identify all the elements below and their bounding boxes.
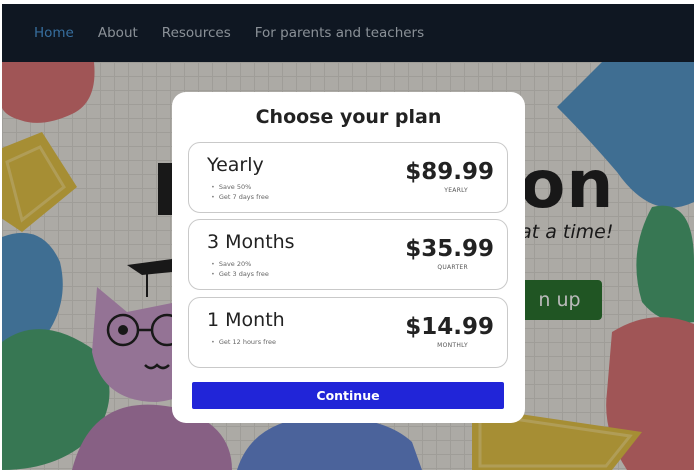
plan-name: 1 Month	[207, 309, 285, 331]
plan-perks-list: Get 12 hours free	[211, 337, 276, 347]
plan-period: YEARLY	[444, 187, 468, 194]
plan-perk: Get 12 hours free	[211, 337, 276, 347]
plan-perks-list: Save 20% Get 3 days free	[211, 259, 269, 279]
continue-button[interactable]: Continue	[192, 382, 504, 409]
modal-title: Choose your plan	[255, 106, 442, 128]
plan-card-yearly[interactable]: Yearly Save 50% Get 7 days free $89.99 Y…	[188, 142, 508, 213]
app-frame: Home About Resources For parents and tea…	[2, 4, 694, 470]
plan-price: $89.99	[405, 159, 494, 185]
plan-period: QUARTER	[437, 264, 468, 271]
plan-card-3-months[interactable]: 3 Months Save 20% Get 3 days free $35.99…	[188, 219, 508, 290]
plan-perk: Save 20%	[211, 259, 269, 269]
plan-name: 3 Months	[207, 231, 295, 253]
plan-perk: Get 3 days free	[211, 269, 269, 279]
plan-price: $14.99	[405, 314, 494, 340]
plan-price: $35.99	[405, 236, 494, 262]
plan-period: MONTHLY	[437, 342, 468, 349]
plan-card-1-month[interactable]: 1 Month Get 12 hours free $14.99 MONTHLY	[188, 297, 508, 368]
plan-perks-list: Save 50% Get 7 days free	[211, 182, 269, 202]
plan-name: Yearly	[207, 154, 264, 176]
plan-perk: Save 50%	[211, 182, 269, 192]
plan-perk: Get 7 days free	[211, 192, 269, 202]
plan-selection-modal: Choose your plan Yearly Save 50% Get 7 d…	[172, 92, 525, 423]
